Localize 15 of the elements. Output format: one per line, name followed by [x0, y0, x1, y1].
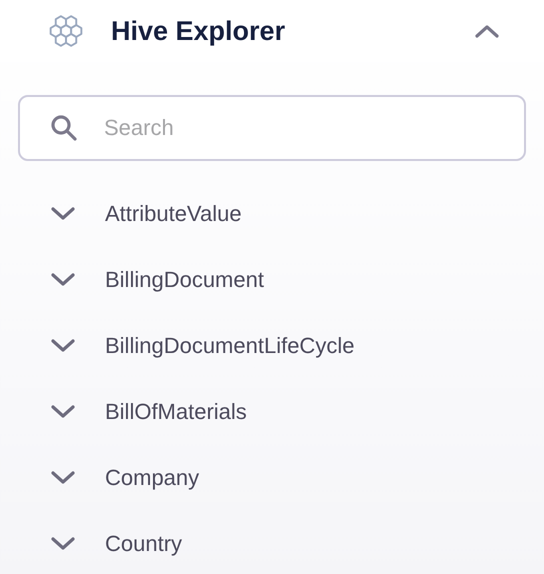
- tree-item[interactable]: BillingDocumentLifeCycle: [0, 312, 544, 378]
- tree-item-label: BillingDocumentLifeCycle: [105, 332, 354, 360]
- tree-item[interactable]: Company: [0, 444, 544, 510]
- tree-item-label: Country: [105, 530, 182, 558]
- tree-item-label: BillOfMaterials: [105, 398, 247, 426]
- tree-item-label: Company: [105, 464, 200, 492]
- tree-item[interactable]: BillingDocument: [0, 246, 544, 312]
- panel-title: Hive Explorer: [111, 14, 286, 48]
- search-icon: [49, 113, 79, 143]
- tree-item[interactable]: Country: [0, 510, 544, 574]
- tree-item-label: AttributeValue: [105, 200, 242, 228]
- tree-item-label: BillingDocument: [105, 266, 264, 294]
- tree-item[interactable]: BillOfMaterials: [0, 378, 544, 444]
- search-field[interactable]: Search: [18, 95, 526, 161]
- tree-item[interactable]: AttributeValue: [0, 180, 544, 246]
